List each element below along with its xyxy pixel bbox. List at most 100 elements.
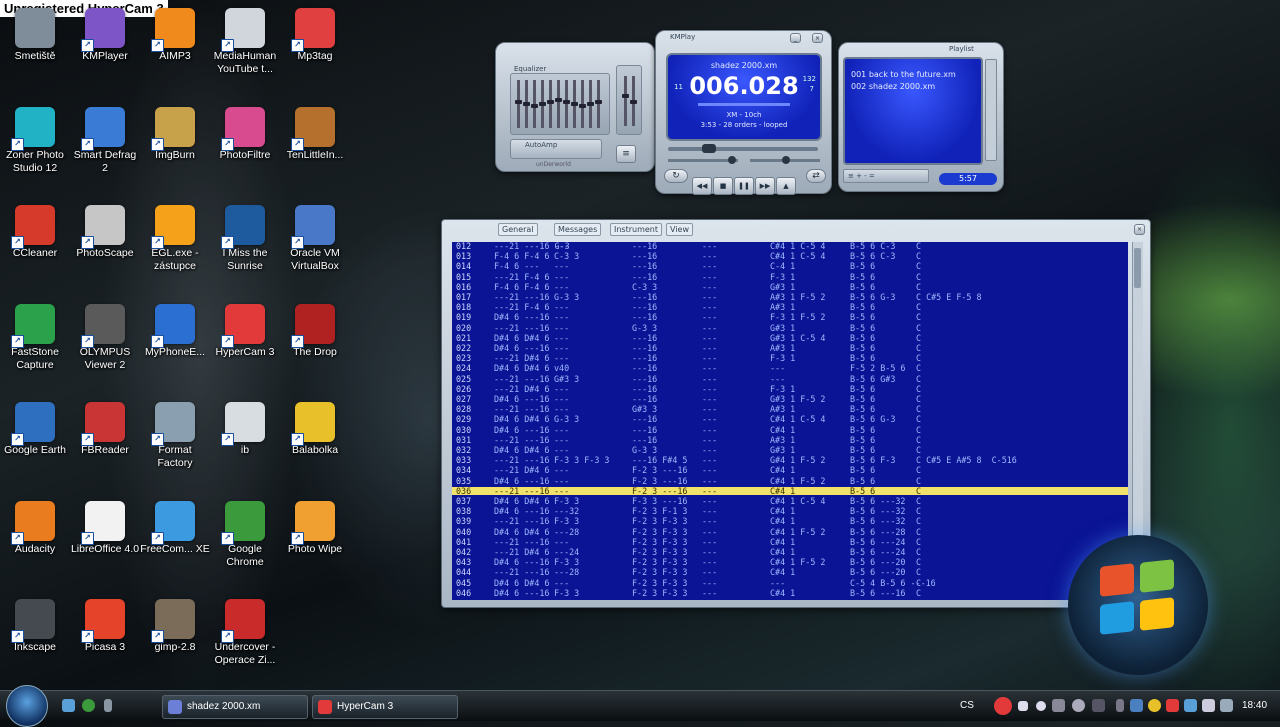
pattern-row[interactable]: 032 D#4 6 D#4 6 --- G-3 3 --- G#3 1 B-5 6 C xyxy=(452,446,1128,455)
desktop-icon[interactable]: ↗ Balabolka xyxy=(280,396,350,486)
pattern-row[interactable]: 020 ---21 ---16 --- G-3 3 --- G#3 1 B-5 6 C xyxy=(452,323,1128,332)
close-button[interactable]: × xyxy=(812,33,823,43)
desktop-icon[interactable]: ↗ Smart Defrag 2 xyxy=(70,101,140,191)
tray-icon-fullscreen[interactable] xyxy=(1092,699,1105,712)
desktop-icon[interactable]: ↗ Google Chrome xyxy=(210,495,280,585)
pattern-row[interactable]: 040 D#4 6 D#4 6 ---28 F-2 3 F-3 3 --- C#4 1 F… xyxy=(452,527,1128,536)
eq-band-knob[interactable] xyxy=(555,97,562,102)
eq-band-knob[interactable] xyxy=(595,99,602,104)
network-tray-icon[interactable] xyxy=(1130,699,1143,712)
pattern-grid[interactable]: 012 ---21 ---16 G-3 --- ---16 --- C#4 1 C-5 4… xyxy=(452,242,1128,600)
desktop-icon[interactable]: ↗ gimp-2.8 xyxy=(140,593,210,683)
desktop-icon[interactable]: ↗ Inkscape xyxy=(0,593,70,683)
desktop-icon[interactable]: ↗ Google Earth xyxy=(0,396,70,486)
progress-bar[interactable] xyxy=(698,103,790,106)
pattern-row[interactable]: 031 ---21 ---16 --- ---16 --- A#3 1 B-5 6 C xyxy=(452,435,1128,444)
chrome-quicklaunch-icon[interactable] xyxy=(82,699,95,712)
pattern-row[interactable]: 019 D#4 6 ---16 --- ---16 --- F-3 1 F-5 2 B-5 … xyxy=(452,313,1128,322)
eq-band-knob[interactable] xyxy=(523,102,530,106)
pattern-row[interactable]: 028 ---21 ---16 --- G#3 3 --- A#3 1 B-5 6 C xyxy=(452,405,1128,414)
desktop-icon[interactable]: ↗ MediaHuman YouTube t... xyxy=(210,2,280,92)
pattern-row[interactable]: 026 ---21 D#4 6 --- ---16 --- F-3 1 B-5 6 C xyxy=(452,384,1128,393)
quicklaunch-expand-icon[interactable] xyxy=(104,699,112,712)
pattern-row[interactable]: 042 ---21 D#4 6 ---24 F-2 3 F-3 3 --- C#4 1 B-… xyxy=(452,548,1128,557)
pattern-row[interactable]: 041 ---21 ---16 --- F-2 3 F-3 3 --- C#4 1 B-5 … xyxy=(452,537,1128,546)
eq-band-knob[interactable] xyxy=(547,99,554,104)
desktop-icon[interactable]: ↗ FastStone Capture xyxy=(0,298,70,388)
pattern-row[interactable]: 014 F-4 6 --- --- ---16 --- C-4 1 B-5 6 C xyxy=(452,262,1128,271)
network-status-tray-icon[interactable] xyxy=(1220,699,1233,712)
pattern-row[interactable]: 022 D#4 6 ---16 --- ---16 --- A#3 1 B-5 6 C xyxy=(452,344,1128,353)
desktop-icon[interactable]: ↗ TenLittleIn... xyxy=(280,101,350,191)
taskbar-task[interactable]: shadez 2000.xm xyxy=(162,695,308,719)
eq-band-knob[interactable] xyxy=(587,102,594,106)
desktop-icon[interactable]: ↗ CCleaner xyxy=(0,199,70,289)
preamp-slider[interactable] xyxy=(616,65,642,135)
desktop-icon[interactable]: ↗ I Miss the Sunrise xyxy=(210,199,280,289)
shuffle-button[interactable]: ↻ xyxy=(664,169,688,183)
taskbar-task[interactable]: HyperCam 3 xyxy=(312,695,458,719)
clock[interactable]: 18:40 xyxy=(1242,691,1267,721)
pattern-row[interactable]: 038 D#4 6 ---16 ---32 F-2 3 F-1 3 --- C#4 1 B-… xyxy=(452,507,1128,516)
desktop-icon[interactable]: ↗ ib xyxy=(210,396,280,486)
pattern-row[interactable]: 044 ---21 ---16 ---28 F-2 3 F-3 3 --- C#4 1 B-… xyxy=(452,568,1128,577)
pattern-row[interactable]: 043 D#4 6 ---16 F-3 3 F-2 3 F-3 3 --- C#4 1 F… xyxy=(452,558,1128,567)
viewer-tab[interactable]: View xyxy=(666,223,693,236)
seek-slider[interactable] xyxy=(668,144,818,153)
desktop-icon[interactable]: ↗ FBReader xyxy=(70,396,140,486)
eq-band-knob[interactable] xyxy=(539,102,546,106)
equalizer-sliders[interactable] xyxy=(510,73,610,135)
desktop-icon[interactable]: ↗ PhotoScape xyxy=(70,199,140,289)
desktop-icon[interactable]: ↗ HyperCam 3 xyxy=(210,298,280,388)
pattern-row[interactable]: 036 ---21 ---16 --- F-2 3 ---16 --- C#4 1 B-5 … xyxy=(452,486,1128,495)
viewer-tab[interactable]: General xyxy=(498,223,538,236)
pattern-row[interactable]: 035 D#4 6 ---16 --- F-2 3 ---16 --- C#4 1 F-5… xyxy=(452,476,1128,485)
desktop-icon[interactable]: ↗ MyPhoneE... xyxy=(140,298,210,388)
desktop-icon[interactable]: ↗ PhotoFiltre xyxy=(210,101,280,191)
tray-icon-stop[interactable] xyxy=(1018,701,1028,711)
repeat-button[interactable]: ⇄ xyxy=(806,169,826,183)
stop-icon[interactable]: ■ xyxy=(713,177,733,195)
viewer-tab[interactable]: Messages xyxy=(554,223,602,236)
playlist-display[interactable]: 001 back to the future.xm 002 shadez 2000… xyxy=(843,57,983,165)
pattern-row[interactable]: 012 ---21 ---16 G-3 --- ---16 --- C#4 1 C-5 4… xyxy=(452,242,1128,250)
pattern-row[interactable]: 027 D#4 6 ---16 --- ---16 --- G#3 1 F-5 2 B-5 … xyxy=(452,395,1128,404)
desktop-icon[interactable]: ↗ Picasa 3 xyxy=(70,593,140,683)
pattern-row[interactable]: 025 ---21 ---16 G#3 3 ---16 --- --- B-5 6 G#3 C xyxy=(452,374,1128,383)
desktop-icon[interactable]: ↗ OLYMPUS Viewer 2 xyxy=(70,298,140,388)
minimize-button[interactable]: _ xyxy=(790,33,801,43)
eq-band-knob[interactable] xyxy=(579,104,586,109)
desktop-icon[interactable]: ↗ Mp3tag xyxy=(280,2,350,92)
eq-band-knob[interactable] xyxy=(515,99,522,104)
eq-band-knob[interactable] xyxy=(563,99,570,104)
playlist-item[interactable]: 001 back to the future.xm xyxy=(851,69,956,81)
tray-expand-icon[interactable] xyxy=(1116,699,1124,712)
desktop-icon[interactable]: ↗ Audacity xyxy=(0,495,70,585)
pattern-row[interactable]: 024 D#4 6 D#4 6 v40 ---16 --- --- F-5 2 B-5 6 C xyxy=(452,364,1128,373)
desktop-icon[interactable]: ↗ FreeCom... XE xyxy=(140,495,210,585)
pattern-row[interactable]: 029 D#4 6 D#4 6 G-3 3 ---16 --- C#4 1 C-5 4 B-… xyxy=(452,415,1128,424)
monitor-tray-icon[interactable] xyxy=(1184,699,1197,712)
eq-band-knob[interactable] xyxy=(531,104,538,109)
pattern-row[interactable]: 034 ---21 D#4 6 --- F-2 3 ---16 --- C#4 1 B-5 … xyxy=(452,466,1128,475)
equalizer-menu-button[interactable]: ≡ xyxy=(616,145,636,163)
desktop-icon[interactable]: ↗ ImgBurn xyxy=(140,101,210,191)
next-icon[interactable]: ▶▶ xyxy=(755,177,775,195)
eq-band-knob[interactable] xyxy=(571,102,578,106)
pattern-row[interactable]: 039 ---21 ---16 F-3 3 F-2 3 F-3 3 --- C#4 1 B-… xyxy=(452,517,1128,526)
hypercam-tray-icon[interactable] xyxy=(994,697,1012,715)
pattern-row[interactable]: 016 F-4 6 F-4 6 --- C-3 3 --- G#3 1 B-5 6 C xyxy=(452,282,1128,291)
eject-icon[interactable]: ▲ xyxy=(776,177,796,195)
pattern-row[interactable]: 017 ---21 ---16 G-3 3 ---16 --- A#3 1 F-5 2 B-… xyxy=(452,293,1128,302)
volume-slider[interactable] xyxy=(668,156,738,164)
desktop-icon[interactable]: ↗ Undercover - Operace Zi... xyxy=(210,593,280,683)
desktop-icon[interactable]: ↗ The Drop xyxy=(280,298,350,388)
tray-icon-record[interactable] xyxy=(1036,701,1046,711)
balance-slider[interactable] xyxy=(750,156,820,164)
playlist-scrollbar[interactable] xyxy=(985,59,997,161)
clock-tray-icon[interactable] xyxy=(1148,699,1161,712)
pattern-row[interactable]: 046 D#4 6 ---16 F-3 3 F-2 3 F-3 3 --- C#4 1 B-… xyxy=(452,588,1128,597)
viewer-close-button[interactable]: × xyxy=(1134,224,1145,235)
desktop-icon[interactable]: ↗ Format Factory xyxy=(140,396,210,486)
desktop-icon[interactable]: ↗ KMPlayer xyxy=(70,2,140,92)
